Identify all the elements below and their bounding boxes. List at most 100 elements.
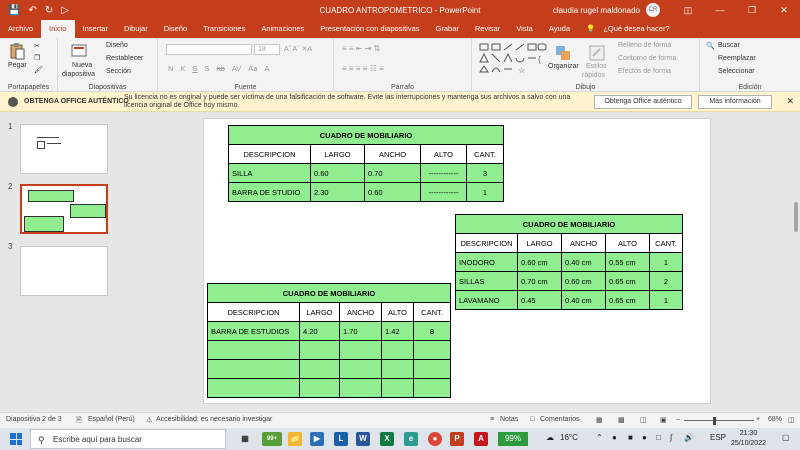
slide-thumbnail-2[interactable] bbox=[20, 184, 108, 234]
tab-vista[interactable]: Vista bbox=[508, 20, 541, 38]
quick-styles-label-2[interactable]: rápidos bbox=[582, 72, 605, 79]
slide-thumbnail-1[interactable] bbox=[20, 124, 108, 174]
file-explorer-icon[interactable]: 📁 bbox=[288, 432, 302, 446]
cut-icon[interactable]: ✂ bbox=[34, 42, 40, 50]
redo-icon[interactable]: ↻ bbox=[45, 5, 53, 16]
system-clock[interactable]: 21:30 25/10/2022 bbox=[731, 429, 766, 449]
tray-chevron-icon[interactable]: ⌃ bbox=[596, 433, 603, 442]
vertical-scrollbar[interactable] bbox=[792, 112, 800, 412]
tray-app-icon[interactable]: ■ bbox=[628, 433, 633, 442]
change-case-button[interactable]: Aa bbox=[248, 64, 257, 73]
get-genuine-office-button[interactable]: Obtenga Office auténtico bbox=[594, 95, 692, 109]
furniture-table-2[interactable]: CUADRO DE MOBILIARIO DESCRIPCION LARGO A… bbox=[455, 214, 683, 310]
tray-app-icon[interactable]: ● bbox=[612, 433, 617, 442]
slide-sorter-icon[interactable]: ▩ bbox=[618, 416, 625, 424]
minimize-icon[interactable]: — bbox=[704, 0, 736, 20]
shape-effects-button[interactable]: Efectos de forma bbox=[618, 68, 671, 75]
align-icons[interactable]: ≡ ≡ ≡ ≡ ☷ ≡ bbox=[342, 64, 384, 73]
avatar[interactable]: CR bbox=[646, 3, 660, 17]
tab-ayuda[interactable]: Ayuda bbox=[541, 20, 578, 38]
chrome-icon[interactable]: ● bbox=[428, 432, 442, 446]
shape-fill-button[interactable]: Relleno de forma bbox=[618, 42, 671, 49]
new-slide-icon[interactable] bbox=[70, 42, 88, 60]
furniture-table-3[interactable]: CUADRO DE MOBILIARIO DESCRIPCION LARGO A… bbox=[207, 283, 451, 398]
slide-canvas[interactable]: CUADRO DE MOBILIARIO DESCRIPCION LARGO A… bbox=[203, 118, 711, 404]
zoom-level[interactable]: 68% bbox=[768, 416, 782, 423]
save-icon[interactable]: 💾 bbox=[8, 5, 20, 16]
tab-archivo[interactable]: Archivo bbox=[0, 20, 41, 38]
tell-me-search[interactable]: ¿Qué desea hacer? bbox=[603, 20, 669, 38]
underline-button[interactable]: S bbox=[192, 64, 197, 73]
furniture-table-1[interactable]: CUADRO DE MOBILIARIO DESCRIPCION LARGO A… bbox=[228, 125, 504, 202]
grow-font-icon[interactable]: Aˆ Aˇ ✕A bbox=[284, 45, 312, 53]
shadow-button[interactable]: S bbox=[204, 64, 209, 73]
task-view-icon[interactable]: ▦ bbox=[238, 432, 252, 446]
new-slide-label-1[interactable]: Nueva bbox=[72, 62, 92, 69]
copy-icon[interactable]: ❐ bbox=[34, 54, 40, 62]
tab-animaciones[interactable]: Animaciones bbox=[253, 20, 312, 38]
zoom-slider-thumb[interactable] bbox=[713, 417, 716, 425]
windows-start-icon[interactable] bbox=[10, 433, 22, 445]
zoom-slider[interactable] bbox=[684, 420, 754, 421]
arrange-button[interactable]: Organizar bbox=[548, 63, 579, 70]
tab-presentacion[interactable]: Presentación con diapositivas bbox=[312, 20, 427, 38]
select-button[interactable]: Seleccionar bbox=[718, 68, 755, 75]
quick-styles-label-1[interactable]: Estilos bbox=[586, 63, 607, 70]
quick-styles-icon[interactable] bbox=[588, 44, 606, 62]
more-info-button[interactable]: Más información bbox=[698, 95, 772, 109]
close-icon[interactable]: ✕ bbox=[768, 0, 800, 20]
comments-icon[interactable]: □ bbox=[530, 416, 534, 423]
accessibility-status[interactable]: Accesibilidad: es necesario investigar bbox=[156, 416, 272, 423]
maximize-icon[interactable]: ❐ bbox=[736, 0, 768, 20]
ribbon-display-icon[interactable]: ◫ bbox=[672, 0, 704, 20]
reset-button[interactable]: Restablecer bbox=[106, 55, 143, 62]
weather-icon[interactable]: ☁ bbox=[546, 433, 554, 442]
edge-icon[interactable]: e bbox=[404, 432, 418, 446]
powerpoint-icon[interactable]: P bbox=[450, 432, 464, 446]
widgets-badge[interactable]: 99+ bbox=[262, 432, 282, 446]
tab-revisar[interactable]: Revisar bbox=[467, 20, 508, 38]
arrange-icon[interactable] bbox=[554, 44, 572, 62]
notifications-icon[interactable]: ▢ bbox=[782, 433, 790, 442]
temperature[interactable]: 16°C bbox=[560, 433, 578, 442]
battery-indicator[interactable]: 99% bbox=[498, 432, 528, 446]
paste-icon[interactable] bbox=[8, 42, 26, 60]
tray-app-icon[interactable]: ● bbox=[642, 433, 647, 442]
reading-view-icon[interactable]: ◫ bbox=[640, 416, 647, 424]
strikethrough-button[interactable]: ab bbox=[216, 64, 224, 73]
shape-outline-button[interactable]: Contorno de forma bbox=[618, 55, 676, 62]
word-icon[interactable]: W bbox=[356, 432, 370, 446]
taskbar-search-input[interactable]: ⚲ Escribe aquí para buscar bbox=[30, 429, 226, 449]
wifi-icon[interactable]: ∫ bbox=[670, 433, 672, 442]
tab-grabar[interactable]: Grabar bbox=[428, 20, 467, 38]
tab-dibujar[interactable]: Dibujar bbox=[116, 20, 156, 38]
tab-diseno[interactable]: Diseño bbox=[156, 20, 195, 38]
present-icon[interactable]: ▷ bbox=[61, 5, 69, 16]
tab-inicio[interactable]: Inicio bbox=[41, 20, 75, 38]
section-button[interactable]: Sección bbox=[106, 68, 131, 75]
undo-icon[interactable]: ↶ bbox=[28, 5, 36, 16]
tab-transiciones[interactable]: Transiciones bbox=[195, 20, 253, 38]
new-slide-label-2[interactable]: diapositiva bbox=[62, 71, 95, 78]
user-account[interactable]: claudia rugel maldonado CR bbox=[553, 3, 660, 17]
notes-button[interactable]: Notas bbox=[500, 416, 518, 423]
font-family-combo[interactable] bbox=[166, 44, 252, 55]
font-size-combo[interactable]: 18 bbox=[254, 44, 280, 55]
zoom-in-icon[interactable]: + bbox=[756, 416, 760, 423]
spacing-button[interactable]: AV bbox=[232, 64, 241, 73]
zoom-app-icon[interactable]: ▶ bbox=[310, 432, 324, 446]
bold-button[interactable]: N bbox=[168, 64, 173, 73]
learn-app-icon[interactable]: L bbox=[334, 432, 348, 446]
replace-button[interactable]: Reemplazar bbox=[718, 55, 756, 62]
italic-button[interactable]: K bbox=[180, 64, 185, 73]
find-button[interactable]: Buscar bbox=[718, 42, 740, 49]
notes-icon[interactable]: ≡ bbox=[490, 416, 494, 423]
tray-app-icon[interactable]: □ bbox=[656, 433, 661, 442]
slideshow-icon[interactable]: ▣ bbox=[660, 416, 667, 424]
layout-button[interactable]: Diseño bbox=[106, 42, 128, 49]
font-color-button[interactable]: A bbox=[264, 64, 269, 73]
close-icon[interactable]: ✕ bbox=[786, 96, 794, 107]
bullets-icon[interactable]: ≡ ≡ ⇤ ⇥ ⇅ bbox=[342, 44, 380, 53]
slide-thumbnail-3[interactable] bbox=[20, 246, 108, 296]
volume-icon[interactable]: 🔊 bbox=[684, 433, 694, 442]
